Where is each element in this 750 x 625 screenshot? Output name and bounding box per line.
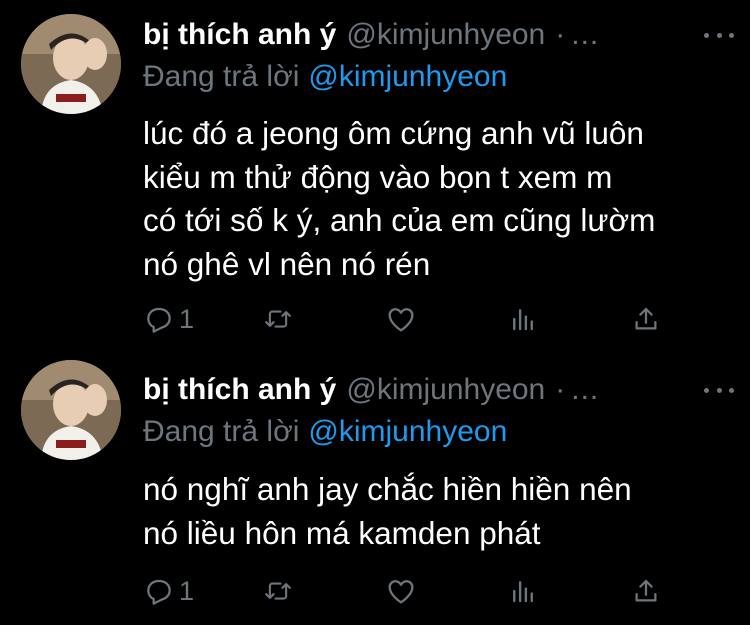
analytics-icon [508,575,538,607]
handle[interactable]: @kimjunhyeon [346,373,545,407]
replying-to-label: Đang trả lời [143,415,300,448]
tweet-text-line: nó liều hôn má kamden phát [143,514,541,551]
retweet-icon [261,304,295,334]
reply-icon [143,575,175,607]
retweet-button[interactable] [261,574,295,608]
retweet-icon [261,576,295,606]
share-icon [631,575,661,607]
tweet-text-line: nó ghê vl nên nó rén [143,245,431,282]
reply-button[interactable]: 1 [143,574,194,608]
tweet[interactable]: bị thích anh ý @kimjunhyeon · ... Đang t… [0,352,750,625]
replying-to-label: Đang trả lời [143,60,300,93]
display-name[interactable]: bị thích anh ý [143,18,336,52]
reply-icon [143,303,175,335]
share-icon [631,303,661,335]
like-button[interactable] [385,302,417,336]
timestamp-truncated: ... [571,18,600,51]
avatar[interactable] [21,360,121,460]
handle[interactable]: @kimjunhyeon [346,18,545,52]
replying-to-link[interactable]: @kimjunhyeon [308,60,507,93]
tweet-header: bị thích anh ý @kimjunhyeon · ... [143,370,734,410]
tweet-text: nó nghĩ anh jay chắc hiền hiền nên nó li… [143,468,743,555]
action-bar: 1 [143,574,673,608]
tweet[interactable]: bị thích anh ý @kimjunhyeon · ... Đang t… [0,0,750,352]
share-button[interactable] [631,302,661,336]
separator: · [555,18,566,51]
reply-count: 1 [179,575,195,606]
heart-icon [385,575,417,607]
action-bar: 1 [143,302,673,336]
replying-to-link[interactable]: @kimjunhyeon [308,415,507,448]
separator: · [555,373,566,406]
analytics-button[interactable] [508,574,538,608]
tweet-text-line: lúc đó a jeong ôm cứng anh vũ luôn [143,115,644,151]
like-button[interactable] [385,574,417,608]
heart-icon [385,303,417,335]
tweet-text: lúc đó a jeong ôm cứng anh vũ luôn kiểu … [143,112,743,286]
share-button[interactable] [631,574,661,608]
tweet-text-line: nó nghĩ anh jay chắc hiền hiền nên [143,471,632,507]
more-icon[interactable] [704,382,734,398]
reply-count: 1 [179,303,195,334]
display-name[interactable]: bị thích anh ý [143,373,336,407]
tweet-header: bị thích anh ý @kimjunhyeon · ... [143,15,734,55]
timestamp-truncated: ... [571,373,600,406]
tweet-text-line: có tới số k ý, anh của em cũng lườm [143,202,656,238]
more-icon[interactable] [704,27,734,43]
reply-button[interactable]: 1 [143,302,194,336]
replying-to: Đang trả lời @kimjunhyeon [143,415,507,449]
retweet-button[interactable] [261,302,295,336]
tweet-text-line: kiểu m thử động vào bọn t xem m [143,158,613,195]
avatar[interactable] [21,14,121,114]
replying-to: Đang trả lời @kimjunhyeon [143,60,507,94]
analytics-button[interactable] [508,302,538,336]
analytics-icon [508,303,538,335]
